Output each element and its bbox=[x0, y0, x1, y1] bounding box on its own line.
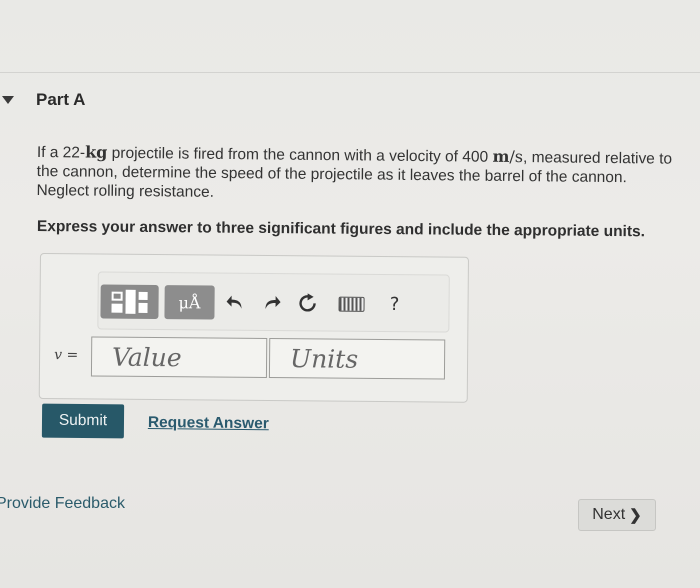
units-symbol-button[interactable]: μÅ bbox=[164, 285, 215, 320]
next-button[interactable]: Next ❯ bbox=[578, 499, 656, 531]
answer-variable-label: v = bbox=[54, 347, 78, 363]
units-icon: μÅ bbox=[178, 292, 201, 312]
answer-instruction: Express your answer to three significant… bbox=[36, 218, 646, 241]
undo-button[interactable] bbox=[222, 286, 248, 320]
templates-button[interactable] bbox=[100, 284, 159, 320]
question-segment-2: projectile is fired from the cannon with… bbox=[107, 144, 493, 166]
value-input[interactable] bbox=[90, 336, 268, 378]
part-title: Part A bbox=[36, 90, 86, 109]
templates-icon bbox=[111, 289, 148, 314]
question-segment-1: If a 22- bbox=[36, 143, 86, 162]
keyboard-icon bbox=[338, 296, 365, 312]
keyboard-button[interactable] bbox=[336, 287, 366, 321]
redo-icon bbox=[265, 296, 281, 309]
reset-button[interactable] bbox=[294, 286, 320, 320]
math-toolbar: μÅ ? bbox=[97, 271, 450, 333]
question-text: If a 22-kg projectile is fired from the … bbox=[36, 142, 677, 207]
variable-symbol: v bbox=[54, 347, 63, 364]
request-answer-link[interactable]: Request Answer bbox=[148, 414, 269, 433]
redo-button[interactable] bbox=[258, 286, 284, 320]
header-divider bbox=[0, 72, 700, 73]
part-a-toggle[interactable]: Part A bbox=[2, 90, 85, 110]
velocity-unit-numerator: m bbox=[492, 146, 510, 166]
chevron-right-icon: ❯ bbox=[629, 507, 642, 524]
undo-icon bbox=[226, 295, 242, 309]
next-label: Next bbox=[592, 506, 626, 523]
equals-sign: = bbox=[61, 347, 79, 364]
units-input[interactable] bbox=[268, 338, 446, 380]
reset-icon bbox=[299, 293, 316, 312]
mass-unit: kg bbox=[85, 142, 108, 162]
answer-box: μÅ ? v = bbox=[38, 253, 469, 403]
help-icon: ? bbox=[389, 293, 400, 315]
provide-feedback-link[interactable]: Provide Feedback bbox=[0, 495, 125, 513]
collapse-triangle-icon[interactable] bbox=[2, 96, 14, 104]
help-button[interactable]: ? bbox=[381, 287, 407, 321]
submit-button[interactable]: Submit bbox=[41, 403, 125, 439]
